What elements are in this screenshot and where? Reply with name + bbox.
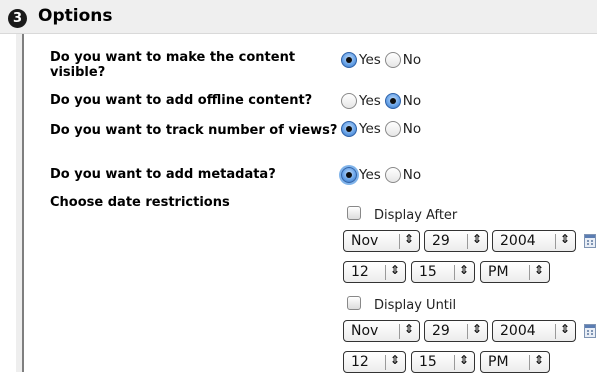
question-track-views-options: Yes No	[341, 119, 425, 139]
radio-metadata-no-label[interactable]: No	[403, 167, 421, 183]
radio-track-views-no[interactable]	[384, 121, 401, 137]
display-until-minute-select[interactable]: 15 ⇕	[411, 351, 475, 373]
select-arrows-icon: ⇕	[533, 263, 544, 277]
radio-visible-yes-label[interactable]: Yes	[359, 52, 381, 68]
calendar-icon[interactable]	[584, 234, 596, 248]
display-until-month-value: Nov	[351, 323, 379, 339]
select-arrows-icon: ⇕	[389, 263, 400, 277]
display-until-checkbox[interactable]	[347, 296, 361, 310]
display-until-month-select[interactable]: Nov ⇕	[343, 320, 420, 342]
select-arrows-icon: ⇕	[533, 353, 544, 367]
display-until-year-select[interactable]: 2004 ⇕	[492, 320, 576, 342]
section-header: 3 Options	[0, 0, 597, 34]
radio-visible-no[interactable]	[384, 52, 401, 68]
select-arrows-icon: ⇕	[458, 263, 469, 277]
display-until-ampm-value: PM	[488, 354, 509, 370]
select-arrows-icon: ⇕	[471, 232, 482, 246]
radio-metadata-no[interactable]	[384, 167, 401, 183]
display-after-month-select[interactable]: Nov ⇕	[343, 230, 420, 252]
display-until-hour-select[interactable]: 12 ⇕	[343, 351, 406, 373]
display-until-day-value: 29	[432, 323, 450, 339]
question-metadata-options: Yes No	[341, 165, 425, 185]
question-visible-options: Yes No	[341, 50, 425, 70]
display-after-hour-select[interactable]: 12 ⇕	[343, 261, 406, 283]
display-after-day-select[interactable]: 29 ⇕	[424, 230, 488, 252]
display-after-minute-value: 15	[419, 264, 437, 280]
display-until-year-value: 2004	[500, 323, 536, 339]
select-arrows-icon: ⇕	[403, 232, 414, 246]
section-title: Options	[38, 6, 113, 26]
display-after-year-value: 2004	[500, 233, 536, 249]
question-metadata-label: Do you want to add metadata?	[50, 167, 276, 182]
display-after-month-value: Nov	[351, 233, 379, 249]
display-until-hour-value: 12	[351, 354, 369, 370]
calendar-icon[interactable]	[584, 324, 596, 338]
radio-track-views-yes-label[interactable]: Yes	[359, 121, 381, 137]
radio-track-views-no-label[interactable]: No	[403, 121, 421, 137]
radio-offline-yes[interactable]	[341, 93, 357, 109]
select-arrows-icon: ⇕	[559, 322, 570, 336]
display-until-ampm-select[interactable]: PM ⇕	[480, 351, 550, 373]
select-arrows-icon: ⇕	[458, 353, 469, 367]
display-until-label[interactable]: Display Until	[374, 298, 456, 313]
question-offline-options: Yes No	[341, 91, 425, 111]
select-arrows-icon: ⇕	[389, 353, 400, 367]
select-arrows-icon: ⇕	[559, 232, 570, 246]
radio-track-views-yes[interactable]	[341, 121, 357, 137]
display-after-ampm-value: PM	[488, 264, 509, 280]
question-track-views-label: Do you want to track number of views?	[50, 123, 338, 138]
display-after-hour-value: 12	[351, 264, 369, 280]
radio-visible-yes[interactable]	[341, 52, 357, 68]
display-until-day-select[interactable]: 29 ⇕	[424, 320, 488, 342]
radio-metadata-yes-label[interactable]: Yes	[359, 167, 381, 183]
radio-metadata-yes[interactable]	[341, 167, 357, 183]
radio-visible-no-label[interactable]: No	[403, 52, 421, 68]
display-after-year-select[interactable]: 2004 ⇕	[492, 230, 576, 252]
display-after-checkbox[interactable]	[347, 206, 361, 220]
question-offline-label: Do you want to add offline content?	[50, 93, 313, 108]
question-visible-label: Do you want to make the content visible?	[50, 50, 296, 80]
display-after-minute-select[interactable]: 15 ⇕	[411, 261, 475, 283]
display-after-ampm-select[interactable]: PM ⇕	[480, 261, 550, 283]
radio-offline-no[interactable]	[384, 93, 401, 109]
step-number-badge: 3	[8, 9, 27, 28]
select-arrows-icon: ⇕	[403, 322, 414, 336]
display-after-label[interactable]: Display After	[374, 208, 457, 223]
display-after-day-value: 29	[432, 233, 450, 249]
date-restrictions-label: Choose date restrictions	[50, 195, 230, 210]
section-indent-rule	[22, 34, 24, 372]
radio-offline-no-label[interactable]: No	[403, 93, 421, 109]
select-arrows-icon: ⇕	[471, 322, 482, 336]
display-until-minute-value: 15	[419, 354, 437, 370]
radio-offline-yes-label[interactable]: Yes	[359, 93, 381, 109]
